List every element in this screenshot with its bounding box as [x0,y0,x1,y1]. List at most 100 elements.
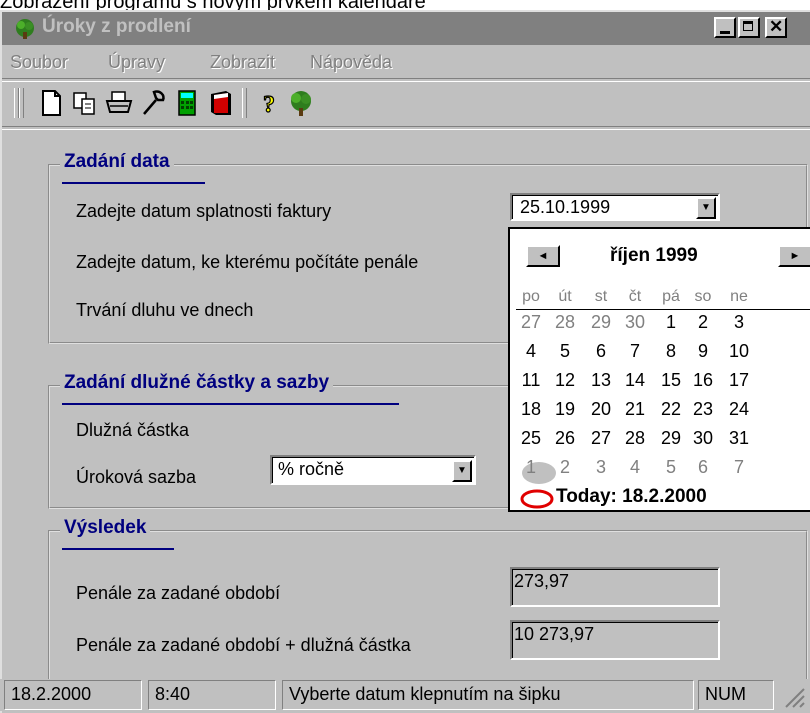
status-message: Vyberte datum klepnutím na šipku [282,680,694,710]
calendar-day[interactable]: 11 [516,370,546,393]
calendar-weekday: po [522,288,540,305]
title-bar[interactable]: Úroky z prodlení ✕ [2,12,810,45]
calendar-day[interactable]: 5 [550,341,580,364]
date-group-title: Zadání data [60,151,174,173]
calendar-weekday: so [694,288,712,305]
app-window: Úroky z prodlení ✕ Soubor Úpravy Zobrazi… [0,10,810,713]
new-document-icon[interactable] [36,88,66,118]
about-icon[interactable] [286,88,316,118]
calendar-day[interactable]: 7 [620,341,650,364]
calendar-day[interactable]: 30 [620,312,650,335]
calendar-day[interactable]: 28 [620,428,650,451]
calendar-day[interactable]: 2 [550,457,580,480]
menu-napoveda[interactable]: Nápověda [310,52,392,73]
calendar-day[interactable]: 4 [620,457,650,480]
status-num: NUM [698,680,774,710]
amount-group-underline [62,403,399,405]
calendar-day[interactable]: 22 [656,399,686,422]
calendar-next-button[interactable]: ► [778,245,810,267]
calendar-day[interactable]: 16 [688,370,718,393]
tools-icon[interactable] [138,88,168,118]
date-group-underline [62,182,205,184]
calendar-day[interactable]: 20 [586,399,616,422]
toolbar-grip-2 [19,88,24,118]
calculator-icon[interactable] [172,88,202,118]
calendar-day[interactable]: 12 [550,370,580,393]
calendar-month-title[interactable]: říjen 1999 [610,245,698,267]
calendar-day[interactable]: 18 [516,399,546,422]
menu-upravy[interactable]: Úpravy [108,52,165,73]
calendar-today-button[interactable]: Today: 18.2.2000 [556,486,707,508]
duration-label: Trvání dluhu ve dnech [76,300,254,320]
book-icon[interactable] [206,88,236,118]
window-title: Úroky z prodlení [42,16,191,37]
calendar-day[interactable]: 29 [586,312,616,335]
calendar-popup: ◄ říjen 1999 ► po út st čt pá so ne 27 28 29 30 1 2… [508,227,810,512]
calendar-weekday: pá [662,288,680,305]
calendar-day[interactable]: 9 [688,341,718,364]
calendar-day[interactable]: 6 [586,341,616,364]
calendar-day[interactable]: 13 [586,370,616,393]
toolbar-separator-line [2,126,810,130]
calendar-prev-button[interactable]: ◄ [526,245,560,267]
calendar-day[interactable]: 27 [516,312,546,335]
calendar-day[interactable]: 27 [586,428,616,451]
penalty-value: 273,97 [514,571,570,591]
svg-text:?: ? [263,92,275,118]
prev-month-icon: ◄ [537,250,549,262]
calendar-day[interactable]: 1 [656,312,686,335]
menu-bar: Soubor Úpravy Zobrazit Nápověda [2,48,810,78]
close-button[interactable]: ✕ [765,17,787,38]
calendar-day[interactable]: 10 [724,341,754,364]
calendar-day[interactable]: 7 [724,457,754,480]
status-bar: 18.2.2000 8:40 Vyberte datum klepnutím n… [0,679,810,711]
calendar-day[interactable]: 31 [724,428,754,451]
calendar-day[interactable]: 4 [516,341,546,364]
calendar-day[interactable]: 2 [688,312,718,335]
calendar-day[interactable]: 3 [724,312,754,335]
menu-soubor[interactable]: Soubor [10,52,68,73]
calendar-day[interactable]: 5 [656,457,686,480]
calendar-day[interactable]: 6 [688,457,718,480]
result-group-underline [62,548,174,550]
calendar-day[interactable]: 26 [550,428,580,451]
calendar-day[interactable]: 3 [586,457,616,480]
calendar-day[interactable]: 25 [516,428,546,451]
rate-unit-dropdown-button[interactable]: ▼ [452,460,472,482]
rate-unit-combobox[interactable]: % ročně ▼ [270,455,476,485]
calendar-day[interactable]: 21 [620,399,650,422]
calendar-day[interactable]: 29 [656,428,686,451]
calendar-day[interactable]: 8 [656,341,686,364]
calendar-day[interactable]: 15 [656,370,686,393]
penalty-field: 273,97 [510,567,720,607]
minimize-button[interactable] [714,17,736,38]
due-date-dropdown-button[interactable]: ▼ [696,197,716,219]
total-value: 10 273,97 [514,624,595,644]
menu-zobrazit[interactable]: Zobrazit [210,52,275,73]
amount-label: Dlužná částka [76,420,190,440]
due-date-combobox[interactable]: 25.10.1999 ▼ [510,193,720,221]
print-icon[interactable] [104,88,134,118]
due-date-value: 25.10.1999 [520,197,611,217]
calendar-day[interactable]: 24 [724,399,754,422]
rate-label: Úroková sazba [76,467,197,487]
copy-icon[interactable] [70,88,100,118]
calendar-day[interactable]: 1 [516,457,546,480]
toolbar-separator [242,88,247,118]
next-month-icon: ► [789,250,801,262]
calc-date-label: Zadejte datum, ke kterému počítáte penál… [76,252,419,272]
help-icon[interactable]: ? [254,88,284,118]
total-label: Penále za zadané období + dlužná částka [76,635,411,655]
calendar-day[interactable]: 14 [620,370,650,393]
calendar-day[interactable]: 23 [688,399,718,422]
maximize-button[interactable] [738,17,760,38]
resize-grip-icon[interactable] [782,685,806,709]
calendar-day[interactable]: 19 [550,399,580,422]
calendar-day[interactable]: 30 [688,428,718,451]
amount-group-title: Zadání dlužné částky a sazby [60,372,334,394]
calendar-weekday: ne [730,288,748,305]
calendar-day[interactable]: 17 [724,370,754,393]
calendar-day[interactable]: 28 [550,312,580,335]
calendar-weekday-divider [516,309,810,310]
result-group-title: Výsledek [60,517,151,539]
